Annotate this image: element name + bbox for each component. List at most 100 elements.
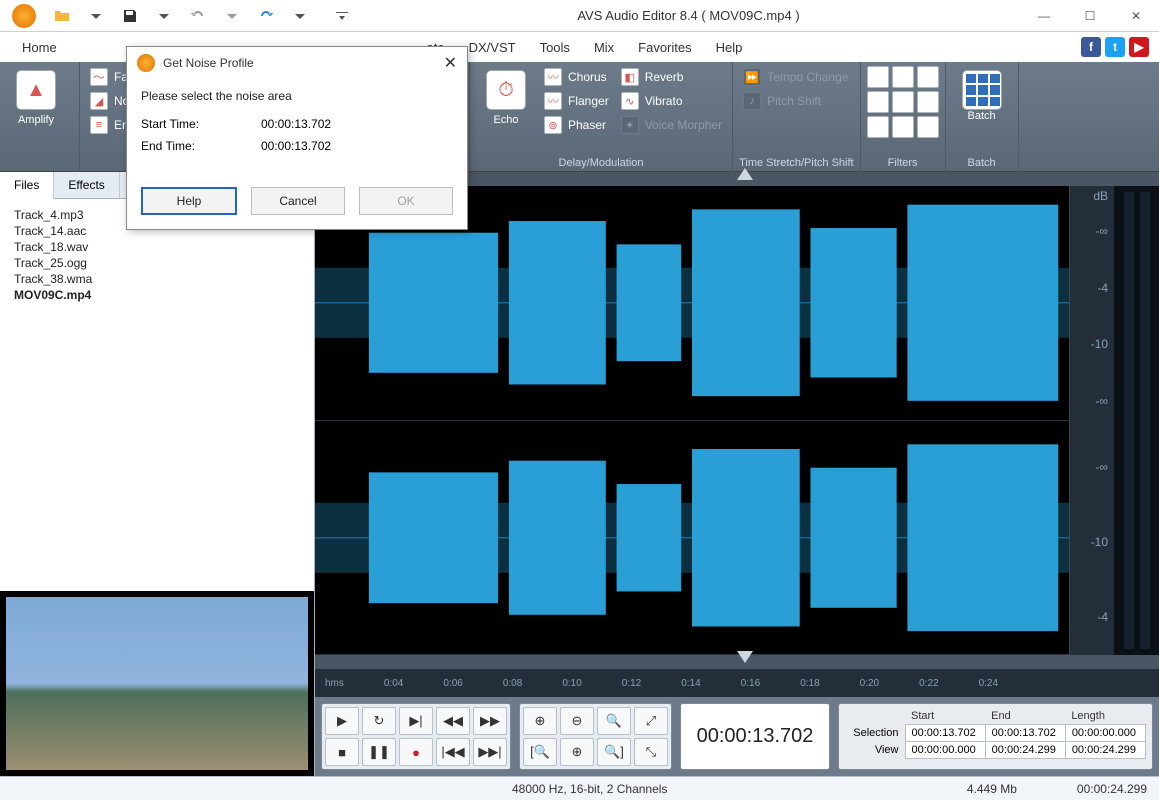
status-length: 00:00:24.299 (1077, 782, 1147, 796)
zoom-out-button[interactable]: ⊖ (560, 707, 594, 735)
level-meter (1114, 186, 1159, 655)
zoom-reset-button[interactable]: 🔍 (597, 707, 631, 735)
zoom-sel-out-button[interactable]: 🔍] (597, 738, 631, 766)
zoom-fit-button[interactable]: ⤡ (634, 738, 668, 766)
menu-help[interactable]: Help (704, 36, 755, 59)
twitter-icon[interactable]: t (1105, 37, 1125, 57)
close-button[interactable]: ✕ (1113, 0, 1159, 32)
menu-mix[interactable]: Mix (582, 36, 626, 59)
sel-length[interactable]: 00:00:00.000 (1065, 725, 1145, 742)
time-display: 00:00:13.702 (680, 703, 830, 770)
pitch-shift-button[interactable]: ♪Pitch Shift (739, 90, 852, 112)
batch-label: Batch (968, 110, 996, 122)
vibrato-button[interactable]: ∿Vibrato (617, 90, 726, 112)
reverb-icon: ◧ (621, 68, 639, 86)
sel-end[interactable]: 00:00:13.702 (985, 725, 1065, 742)
facebook-icon[interactable]: f (1081, 37, 1101, 57)
zoom-vertical-button[interactable]: ⤢ (634, 707, 668, 735)
status-size: 4.449 Mb (967, 782, 1017, 796)
cancel-button[interactable]: Cancel (251, 187, 345, 215)
sel-start[interactable]: 00:00:13.702 (905, 725, 985, 742)
quick-access-toolbar (48, 4, 356, 28)
chorus-button[interactable]: 〰Chorus (540, 66, 613, 88)
file-item[interactable]: Track_38.wma (14, 271, 300, 287)
filter-icon[interactable] (867, 116, 889, 138)
loop-button[interactable]: ↻ (362, 707, 396, 735)
reverb-button[interactable]: ◧Reverb (617, 66, 726, 88)
menu-favorites[interactable]: Favorites (626, 36, 703, 59)
filters-grid[interactable] (867, 66, 939, 138)
filter-icon[interactable] (917, 91, 939, 113)
transport-row: ▶ ↻ ▶| ◀◀ ▶▶ ■ ❚❚ ● |◀◀ ▶▶| ⊕ ⊖ 🔍 ⤢ [🔍 ⊕… (315, 697, 1159, 776)
filter-icon[interactable] (892, 91, 914, 113)
tempo-change-button[interactable]: ⏩Tempo Change (739, 66, 852, 88)
maximize-button[interactable]: ☐ (1067, 0, 1113, 32)
redo-icon[interactable] (252, 4, 280, 28)
filter-icon[interactable] (892, 66, 914, 88)
files-tab[interactable]: Files (0, 172, 54, 199)
next-button[interactable]: ▶| (399, 707, 433, 735)
rewind-button[interactable]: ◀◀ (436, 707, 470, 735)
filter-icon[interactable] (917, 66, 939, 88)
filter-icon[interactable] (892, 116, 914, 138)
position-thumb[interactable] (737, 651, 753, 663)
dialog-close-button[interactable]: ✕ (444, 53, 457, 73)
echo-button[interactable]: ⏱ Echo (476, 66, 536, 130)
app-icon (12, 4, 36, 28)
effects-tab[interactable]: Effects (54, 172, 119, 198)
youtube-icon[interactable]: ▶ (1129, 37, 1149, 57)
go-start-button[interactable]: |◀◀ (436, 738, 470, 766)
stop-button[interactable]: ■ (325, 738, 359, 766)
filter-icon[interactable] (867, 91, 889, 113)
view-start[interactable]: 00:00:00.000 (905, 742, 985, 759)
menu-tools[interactable]: Tools (528, 36, 582, 59)
batch-button[interactable]: Batch (952, 66, 1012, 126)
dropdown-icon[interactable] (82, 4, 110, 28)
open-folder-icon[interactable] (48, 4, 76, 28)
amplify-button[interactable]: ▲Amplify (6, 66, 66, 130)
ok-button[interactable]: OK (359, 187, 453, 215)
waveform-area: dB -∞ -4 -10 -∞ -∞ -10 -4 (315, 186, 1159, 655)
waveform-channel-right[interactable] (315, 421, 1069, 656)
meter-left (1124, 192, 1134, 649)
zoom-in-button[interactable]: ⊕ (523, 707, 557, 735)
undo-icon[interactable] (184, 4, 212, 28)
dialog-titlebar[interactable]: Get Noise Profile ✕ (127, 47, 467, 79)
time-ruler[interactable]: hms 0:04 0:06 0:08 0:10 0:12 0:14 0:16 0… (315, 669, 1159, 697)
dropdown-icon[interactable] (218, 4, 246, 28)
play-button[interactable]: ▶ (325, 707, 359, 735)
filter-icon[interactable] (867, 66, 889, 88)
zoom-sel-button[interactable]: ⊕ (560, 738, 594, 766)
help-button[interactable]: Help (141, 187, 237, 215)
file-item-selected[interactable]: MOV09C.mp4 (14, 287, 300, 303)
dialog-prompt: Please select the noise area (141, 89, 453, 103)
customize-dropdown-icon[interactable] (328, 4, 356, 28)
echo-icon: ⏱ (486, 70, 526, 110)
dropdown-icon[interactable] (286, 4, 314, 28)
pause-button[interactable]: ❚❚ (362, 738, 396, 766)
waveform-channels[interactable] (315, 186, 1069, 655)
menu-home[interactable]: Home (10, 36, 69, 59)
db-scale: dB -∞ -4 -10 -∞ -∞ -10 -4 (1069, 186, 1114, 655)
minimize-button[interactable]: — (1021, 0, 1067, 32)
status-bar: 48000 Hz, 16-bit, 2 Channels 4.449 Mb 00… (0, 776, 1159, 800)
echo-label: Echo (493, 114, 518, 126)
file-item[interactable]: Track_18.wav (14, 239, 300, 255)
zoom-sel-in-button[interactable]: [🔍 (523, 738, 557, 766)
voice-morpher-button[interactable]: ✦Voice Morpher (617, 114, 726, 136)
filter-icon[interactable] (917, 116, 939, 138)
forward-button[interactable]: ▶▶ (473, 707, 507, 735)
file-item[interactable]: Track_25.ogg (14, 255, 300, 271)
tempo-icon: ⏩ (743, 68, 761, 86)
phaser-button[interactable]: ⊚Phaser (540, 114, 613, 136)
position-scrollbar[interactable] (315, 655, 1159, 669)
go-end-button[interactable]: ▶▶| (473, 738, 507, 766)
view-length[interactable]: 00:00:24.299 (1065, 742, 1145, 759)
save-icon[interactable] (116, 4, 144, 28)
flanger-button[interactable]: 〰Flanger (540, 90, 613, 112)
start-time-label: Start Time: (141, 117, 261, 131)
dropdown-icon[interactable] (150, 4, 178, 28)
view-end[interactable]: 00:00:24.299 (985, 742, 1065, 759)
normalize-icon: ◢ (90, 92, 108, 110)
record-button[interactable]: ● (399, 738, 433, 766)
